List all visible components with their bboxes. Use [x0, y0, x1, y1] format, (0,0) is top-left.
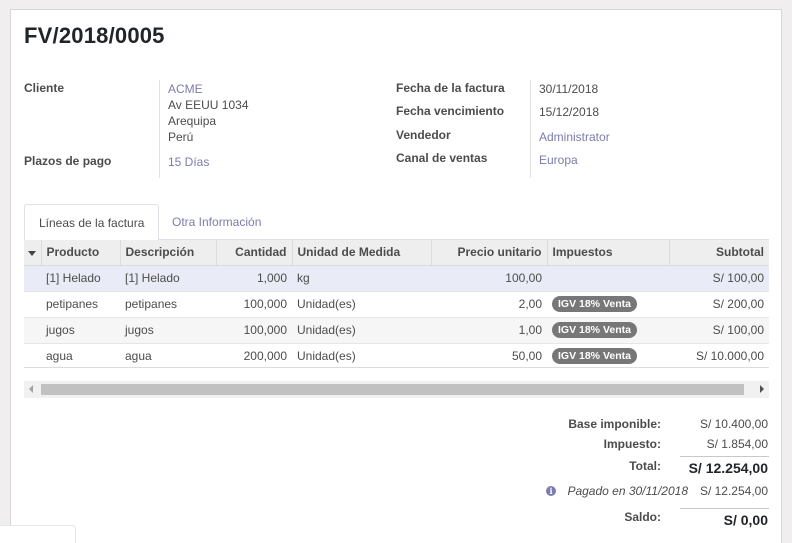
arrow-right-icon[interactable]	[760, 385, 764, 393]
payment-terms-label: Plazos de pago	[24, 154, 112, 168]
bottom-left-panel	[0, 525, 76, 543]
cell-subtotal: S/ 200,00	[669, 290, 769, 317]
base-amount-value: S/ 10.400,00	[699, 417, 768, 431]
due-date-label: Fecha vencimiento	[396, 104, 505, 118]
table-row[interactable]: agua agua 200,000 Unidad(es) 50,00 IGV 1…	[24, 342, 769, 369]
column-header-quantity[interactable]: Cantidad	[215, 240, 292, 266]
invoice-date-label: Fecha de la factura	[396, 81, 505, 95]
row-handle	[24, 316, 41, 343]
cell-uom[interactable]: Unidad(es)	[292, 316, 431, 343]
info-circle-icon[interactable]: i	[546, 486, 556, 496]
scrollbar-thumb[interactable]	[41, 384, 744, 395]
balance-divider	[680, 508, 769, 509]
table-row[interactable]: jugos jugos 100,000 Unidad(es) 1,00 IGV …	[24, 316, 769, 343]
cell-product[interactable]: jugos	[41, 316, 120, 343]
cell-description[interactable]: [1] Helado	[120, 264, 216, 291]
cell-quantity[interactable]: 100,000	[216, 316, 292, 343]
cell-unit-price[interactable]: 1,00	[431, 316, 547, 343]
tab-other-info[interactable]: Otra Información	[158, 204, 275, 240]
cell-unit-price[interactable]: 100,00	[431, 264, 547, 291]
customer-label: Cliente	[24, 81, 65, 95]
column-header-unit-price[interactable]: Precio unitario	[430, 240, 547, 266]
customer-address-line3: Perú	[168, 130, 194, 144]
left-group-separator	[159, 80, 160, 178]
cell-taxes[interactable]	[547, 264, 669, 291]
table-footer-divider	[24, 367, 769, 368]
right-group-separator	[530, 80, 531, 178]
cell-description[interactable]: petipanes	[120, 290, 216, 317]
row-handle	[24, 342, 41, 369]
cell-uom[interactable]: Unidad(es)	[292, 342, 431, 369]
payment-terms-link[interactable]: 15 Días	[168, 154, 209, 170]
row-handle	[24, 264, 41, 291]
cell-unit-price[interactable]: 2,00	[431, 290, 547, 317]
tax-badge: IGV 18% Venta	[552, 348, 637, 365]
cell-quantity[interactable]: 1,000	[216, 264, 292, 291]
invoice-date-value: 30/11/2018	[539, 82, 599, 96]
horizontal-scrollbar[interactable]	[24, 381, 769, 398]
cell-description[interactable]: agua	[120, 342, 216, 369]
total-label: Total:	[629, 459, 661, 473]
sales-channel-label: Canal de ventas	[396, 151, 488, 165]
cell-product[interactable]: [1] Helado	[41, 264, 120, 291]
cell-uom[interactable]: kg	[292, 264, 431, 291]
cell-quantity[interactable]: 100,000	[216, 290, 292, 317]
balance-value: S/ 0,00	[723, 512, 768, 528]
cell-subtotal: S/ 100,00	[669, 316, 769, 343]
table-row[interactable]: petipanes petipanes 100,000 Unidad(es) 2…	[24, 290, 769, 317]
total-value: S/ 12.254,00	[688, 460, 768, 476]
cell-unit-price[interactable]: 50,00	[431, 342, 547, 369]
notebook-tabs: Líneas de la factura Otra Información	[24, 204, 769, 241]
invoice-lines-table: Producto Descripción Cantidad Unidad de …	[24, 240, 769, 369]
cell-taxes[interactable]: IGV 18% Venta	[547, 316, 669, 343]
cell-uom[interactable]: Unidad(es)	[292, 290, 431, 317]
arrow-left-icon[interactable]	[29, 385, 33, 393]
cell-subtotal: S/ 10.000,00	[669, 342, 769, 369]
column-header-description[interactable]: Descripción	[119, 240, 216, 266]
cell-subtotal: S/ 100,00	[669, 264, 769, 291]
base-amount-label: Base imponible:	[568, 417, 661, 431]
balance-label: Saldo:	[624, 510, 661, 524]
sales-channel-link[interactable]: Europa	[539, 152, 578, 168]
cell-description[interactable]: jugos	[120, 316, 216, 343]
column-header-uom[interactable]: Unidad de Medida	[291, 240, 431, 266]
column-header-product[interactable]: Producto	[40, 240, 120, 266]
payment-info-text: Pagado en 30/11/2018	[567, 484, 688, 498]
tax-badge: IGV 18% Venta	[552, 322, 637, 338]
invoice-number-title: FV/2018/0005	[24, 23, 165, 48]
payment-amount-value: S/ 12.254,00	[699, 484, 768, 498]
table-row[interactable]: [1] Helado [1] Helado 1,000 kg 100,00 S/…	[24, 264, 769, 291]
cell-product[interactable]: agua	[41, 342, 120, 369]
column-header-subtotal[interactable]: Subtotal	[668, 240, 769, 266]
cell-product[interactable]: petipanes	[41, 290, 120, 317]
salesperson-link[interactable]: Administrator	[539, 129, 610, 145]
customer-address-line2: Arequipa	[168, 114, 217, 128]
cell-taxes[interactable]: IGV 18% Venta	[547, 290, 669, 317]
tax-amount-label: Impuesto:	[603, 437, 661, 451]
customer-address-line1: Av EEUU 1034	[168, 98, 249, 112]
row-handle-header[interactable]	[24, 240, 41, 266]
cell-quantity[interactable]: 200,000	[216, 342, 292, 369]
tax-badge: IGV 18% Venta	[552, 296, 637, 312]
row-handle	[24, 290, 41, 317]
tab-invoice-lines[interactable]: Líneas de la factura	[24, 204, 160, 241]
column-header-taxes[interactable]: Impuestos	[546, 240, 669, 266]
tax-amount-value: S/ 1.854,00	[706, 437, 768, 451]
table-header-row: Producto Descripción Cantidad Unidad de …	[24, 240, 769, 266]
customer-name-link[interactable]: ACME	[168, 81, 203, 97]
due-date-value: 15/12/2018	[539, 105, 600, 119]
invoice-form-sheet: FV/2018/0005 Cliente ACME Av EEUU 1034 A…	[10, 9, 782, 543]
caret-down-icon	[28, 251, 36, 257]
cell-taxes[interactable]: IGV 18% Venta	[547, 342, 669, 369]
salesperson-label: Vendedor	[396, 128, 451, 142]
total-divider	[680, 456, 769, 457]
